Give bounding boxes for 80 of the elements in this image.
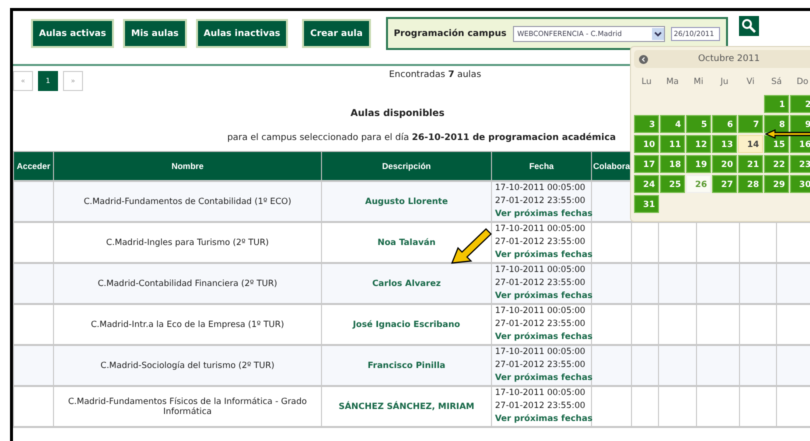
- weekday-label: Do: [796, 77, 810, 87]
- end-date: 27-01-2012 23:55:00: [495, 400, 586, 413]
- dropdown-caret-icon[interactable]: [652, 28, 664, 40]
- calendar-day[interactable]: 1: [764, 95, 789, 113]
- table-cell: C.Madrid-Fundamentos de Contabilidad (1º ECO): [54, 181, 322, 222]
- section-heading: Aulas disponibles: [350, 108, 446, 120]
- end-date: 27-01-2012 23:55:00: [495, 195, 586, 208]
- calendar-day[interactable]: 31: [634, 195, 659, 213]
- start-date: 17-10-2011 00:05:00: [495, 346, 586, 359]
- calendar-day[interactable]: 7: [738, 115, 763, 133]
- column-header: Nombre: [54, 152, 322, 181]
- calendar-day[interactable]: 20: [712, 155, 737, 173]
- next-dates-link[interactable]: Ver próximas fechas: [495, 250, 593, 260]
- table-cell: Carlos Alvarez: [322, 263, 492, 304]
- calendar-day[interactable]: 25: [660, 175, 685, 193]
- start-date: 17-10-2011 00:05:00: [495, 264, 586, 277]
- start-date: 17-10-2011 00:05:00: [495, 305, 586, 318]
- table-cell: Augusto Llorente: [322, 181, 492, 222]
- weekday-label: Lu: [640, 77, 652, 87]
- pointer-arrow: [764, 129, 810, 139]
- next-dates-link[interactable]: Ver próximas fechas: [495, 332, 593, 342]
- calendar-day[interactable]: 5: [686, 115, 711, 133]
- next-dates-link[interactable]: Ver próximas fechas: [495, 414, 593, 424]
- calendar-day[interactable]: 18: [660, 155, 685, 173]
- table-cell: C.Madrid-Contabilidad Financiera (2º TUR): [54, 263, 322, 304]
- prev-month-icon[interactable]: [639, 54, 648, 64]
- calendar-day[interactable]: 4: [660, 115, 685, 133]
- column-header: Descripción: [322, 152, 492, 181]
- calendar-day[interactable]: 27: [712, 175, 737, 193]
- month-title: Octubre 2011: [698, 54, 760, 64]
- calendar-day[interactable]: 29: [764, 175, 789, 193]
- weekday-label: Vi: [746, 77, 756, 87]
- calendar-day[interactable]: 8: [764, 115, 789, 133]
- column-header: Fecha: [492, 152, 592, 181]
- table-cell: C.Madrid-Sociología del turismo (2º TUR): [54, 345, 322, 386]
- calendar-day[interactable]: 21: [738, 155, 763, 173]
- next-dates-link[interactable]: Ver próximas fechas: [495, 291, 593, 301]
- calendar-day[interactable]: 22: [764, 155, 789, 173]
- calendar-day[interactable]: 11: [660, 135, 685, 153]
- section-subtitle: para el campus seleccionado para el día 26-10-2011 de programacion académica: [227, 133, 616, 143]
- table-cell: Francisco Pinilla: [322, 345, 492, 386]
- weekday-label: Ma: [665, 77, 680, 87]
- end-date: 27-01-2012 23:55:00: [495, 318, 586, 331]
- start-date: 17-10-2011 00:05:00: [495, 387, 586, 400]
- calendar-day[interactable]: 28: [738, 175, 763, 193]
- end-date: 27-01-2012 23:55:00: [495, 236, 586, 249]
- calendar-day[interactable]: 26: [686, 175, 711, 193]
- calendar-day[interactable]: 10: [634, 135, 659, 153]
- calendar-day[interactable]: 2: [790, 95, 810, 113]
- end-date: 27-01-2012 23:55:00: [495, 277, 586, 290]
- end-date: 27-01-2012 23:55:00: [495, 359, 586, 372]
- pointer-arrow: [451, 228, 492, 264]
- calendar-day[interactable]: 17: [634, 155, 659, 173]
- weekday-label: Sá: [770, 77, 783, 87]
- table-cell: SÁNCHEZ SÁNCHEZ, MIRIAM: [322, 386, 492, 427]
- weekday-label: Ju: [719, 77, 730, 87]
- calendar-day[interactable]: 19: [686, 155, 711, 173]
- column-header: Acceder: [14, 152, 54, 181]
- calendar-day[interactable]: 14: [738, 135, 763, 153]
- nav-button[interactable]: Crear aula: [302, 19, 371, 48]
- calendar-day[interactable]: 23: [790, 155, 810, 173]
- calendar-day[interactable]: 9: [790, 115, 810, 133]
- calendar-day[interactable]: 24: [634, 175, 659, 193]
- calendar-day[interactable]: 12: [686, 135, 711, 153]
- nav-button[interactable]: Aulas inactivas: [196, 19, 288, 48]
- weekday-label: Mi: [692, 77, 704, 87]
- calendar-day[interactable]: 15: [764, 135, 789, 153]
- results-count: Encontradas 7 aulas: [389, 70, 482, 80]
- column-header: Colabora: [592, 152, 632, 181]
- calendar-day[interactable]: 3: [634, 115, 659, 133]
- nav-button[interactable]: Mis aulas: [123, 19, 187, 48]
- table-cell: C.Madrid-Fundamentos Físicos de la Informática - Grado Informática: [54, 386, 322, 427]
- start-date: 17-10-2011 00:05:00: [495, 182, 586, 195]
- nav-button[interactable]: Aulas activas: [31, 19, 114, 48]
- calendar-day[interactable]: 6: [712, 115, 737, 133]
- campus-label: Programación campus: [394, 28, 508, 38]
- next-dates-link[interactable]: Ver próximas fechas: [495, 209, 593, 219]
- calendar-day[interactable]: 13: [712, 135, 737, 153]
- next-dates-link[interactable]: Ver próximas fechas: [495, 373, 593, 383]
- start-date: 17-10-2011 00:05:00: [495, 223, 586, 236]
